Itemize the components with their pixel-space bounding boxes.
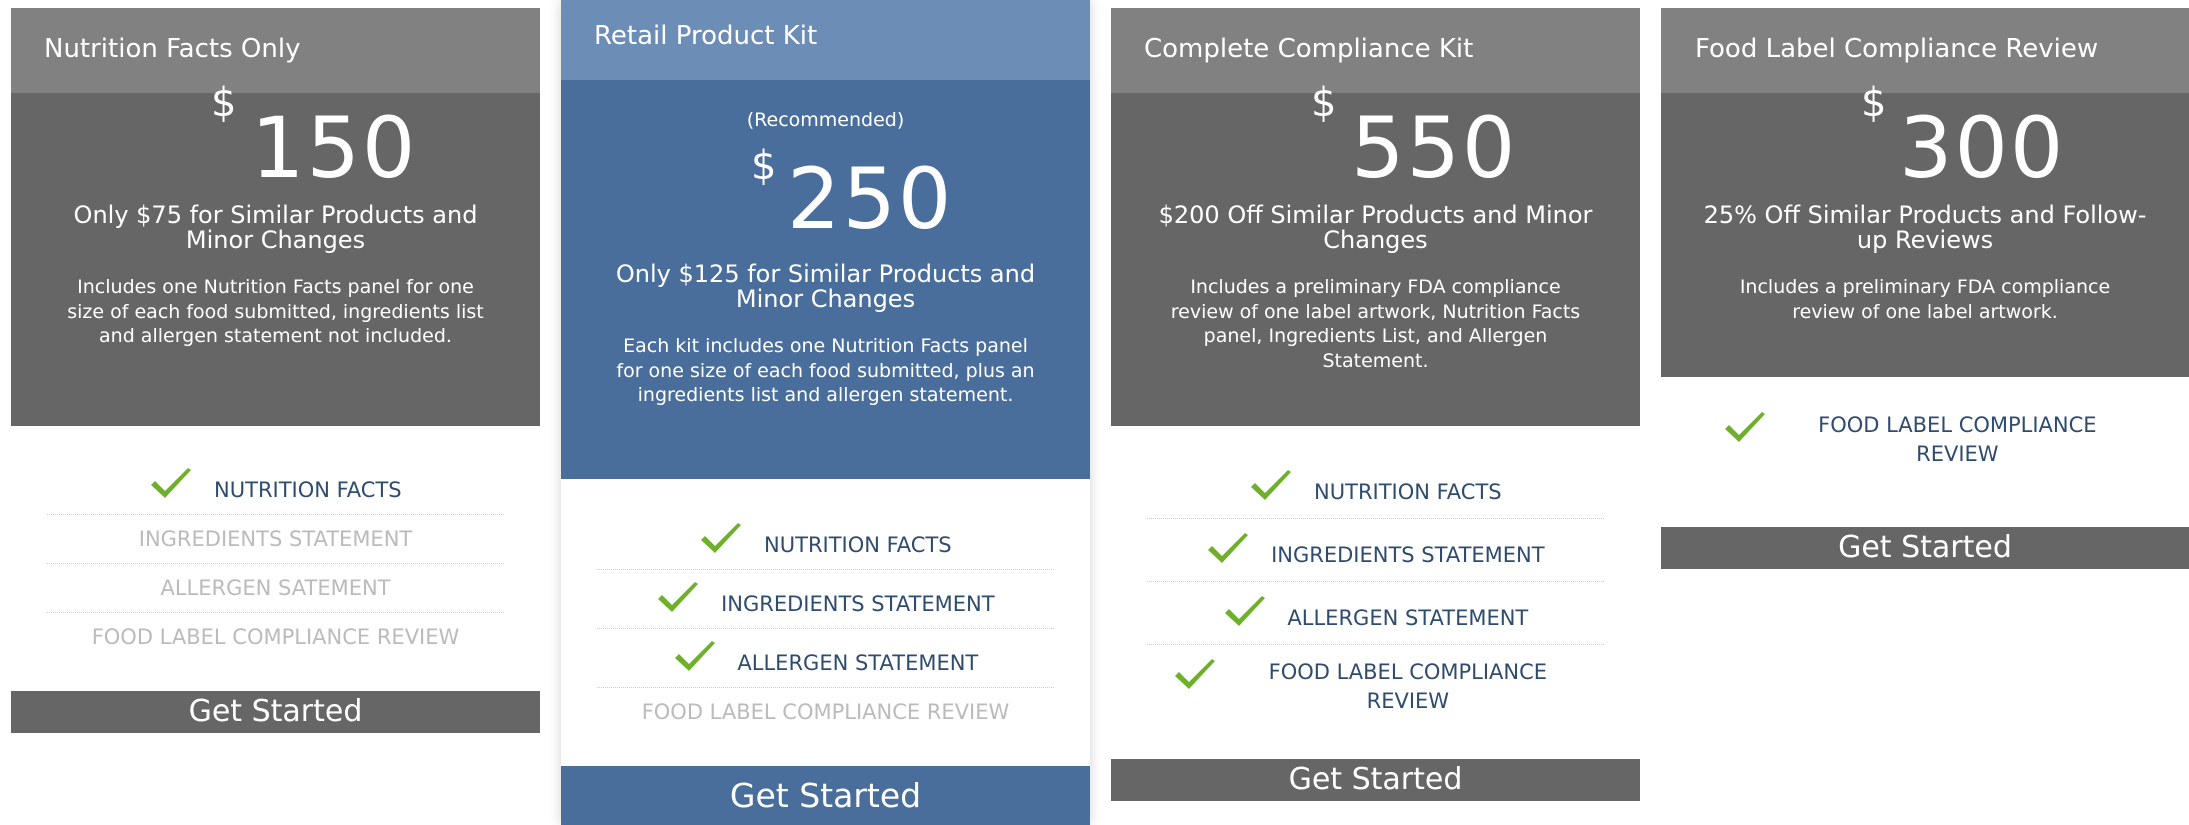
feature-label: ALLERGEN SATEMENT [160,576,391,600]
check-icon [658,582,699,612]
plan-description: Each kit includes one Nutrition Facts pa… [616,335,1035,406]
get-started-button[interactable]: Get Started [1111,759,1640,801]
pricing-card-retail-product-kit: Retail Product Kit (Recommended) $ 250 O… [561,0,1090,825]
pricing-card-nutrition-facts-only: Nutrition Facts Only $ 150 Only $75 for … [11,8,540,733]
feature-item: ALLERGEN SATEMENT [47,564,504,613]
check-icon [1724,412,1765,442]
feature-label: NUTRITION FACTS [1314,480,1502,504]
feature-label: INGREDIENTS STATEMENT [138,527,413,551]
plan-summary: $ 550 $200 Off Similar Products and Mino… [1111,83,1640,426]
recommended-badge: (Recommended) [746,109,905,131]
price-value: 150 [251,99,418,197]
price-value: 550 [1351,99,1518,197]
check-icon [701,523,742,553]
feature-item: INGREDIENTS STATEMENT [597,570,1054,629]
feature-label: FOOD LABEL COMPLIANCE REVIEW [1268,660,1548,713]
feature-item: INGREDIENTS STATEMENT [47,515,504,564]
feature-list: FOOD LABEL COMPLIANCE REVIEW [1661,377,2189,527]
get-started-button[interactable]: Get Started [11,691,540,733]
currency-symbol: $ [1861,80,1887,126]
plan-title: Food Label Compliance Review [1661,8,2189,93]
check-icon [1175,659,1216,689]
currency-symbol: $ [211,80,237,126]
check-icon [151,468,192,498]
get-started-button[interactable]: Get Started [561,766,1090,825]
feature-label: NUTRITION FACTS [214,478,402,502]
plan-title: Complete Compliance Kit [1111,8,1640,93]
pricing-card-food-label-compliance-review: Food Label Compliance Review $ 300 25% O… [1661,8,2189,569]
plan-subtitle: 25% Off Similar Products and Follow-up R… [1703,201,2147,254]
plan-summary: $ 300 25% Off Similar Products and Follo… [1661,83,2189,377]
feature-item: NUTRITION FACTS [1147,456,1604,519]
check-icon [1208,533,1249,563]
price: $ 250 [601,132,1050,262]
feature-item: FOOD LABEL COMPLIANCE REVIEW [597,688,1054,736]
currency-symbol: $ [1311,80,1337,126]
feature-list: NUTRITION FACTS INGREDIENTS STATEMENT AL… [11,426,540,691]
feature-item: FOOD LABEL COMPLIANCE REVIEW [1697,401,2153,479]
feature-list: NUTRITION FACTS INGREDIENTS STATEMENT AL… [561,479,1090,766]
plan-description: Includes a preliminary FDA compliance re… [1739,276,2111,323]
price: $ 150 [51,83,500,203]
plan-description: Includes a preliminary FDA compliance re… [1170,276,1581,372]
feature-item: INGREDIENTS STATEMENT [1147,519,1604,582]
plan-summary: (Recommended) $ 250 Only $125 for Simila… [561,80,1090,479]
plan-subtitle: Only $75 for Similar Products and Minor … [73,201,478,254]
feature-label: FOOD LABEL COMPLIANCE REVIEW [91,625,460,649]
check-icon [1251,470,1292,500]
currency-symbol: $ [751,143,777,189]
feature-label: ALLERGEN STATEMENT [737,651,979,675]
plan-title: Nutrition Facts Only [11,8,540,93]
feature-item: ALLERGEN STATEMENT [1147,582,1604,645]
plan-description: Includes one Nutrition Facts panel for o… [67,276,484,347]
feature-item: ALLERGEN STATEMENT [597,629,1054,688]
plan-summary: $ 150 Only $75 for Similar Products and … [11,83,540,426]
feature-item: FOOD LABEL COMPLIANCE REVIEW [1147,645,1604,729]
price: $ 550 [1151,83,1600,203]
plan-subtitle: $200 Off Similar Products and Minor Chan… [1158,201,1593,254]
price-value: 250 [787,150,954,248]
get-started-button[interactable]: Get Started [1661,527,2189,569]
feature-label: INGREDIENTS STATEMENT [721,592,995,616]
feature-label: ALLERGEN STATEMENT [1287,606,1529,630]
feature-label: FOOD LABEL COMPLIANCE REVIEW [1818,413,2097,466]
feature-label: NUTRITION FACTS [764,533,952,557]
plan-subtitle: Only $125 for Similar Products and Minor… [615,260,1036,313]
price-value: 300 [1899,99,2066,197]
feature-item: NUTRITION FACTS [47,456,504,515]
plan-title: Retail Product Kit [561,0,1090,80]
pricing-card-complete-compliance-kit: Complete Compliance Kit $ 550 $200 Off S… [1111,8,1640,801]
feature-item: NUTRITION FACTS [597,511,1054,570]
feature-label: FOOD LABEL COMPLIANCE REVIEW [641,700,1010,724]
feature-item: FOOD LABEL COMPLIANCE REVIEW [47,613,504,661]
price: $ 300 [1701,83,2149,203]
check-icon [674,641,715,671]
feature-label: INGREDIENTS STATEMENT [1271,543,1545,567]
check-icon [1224,596,1265,626]
feature-list: NUTRITION FACTS INGREDIENTS STATEMENT AL… [1111,426,1640,759]
